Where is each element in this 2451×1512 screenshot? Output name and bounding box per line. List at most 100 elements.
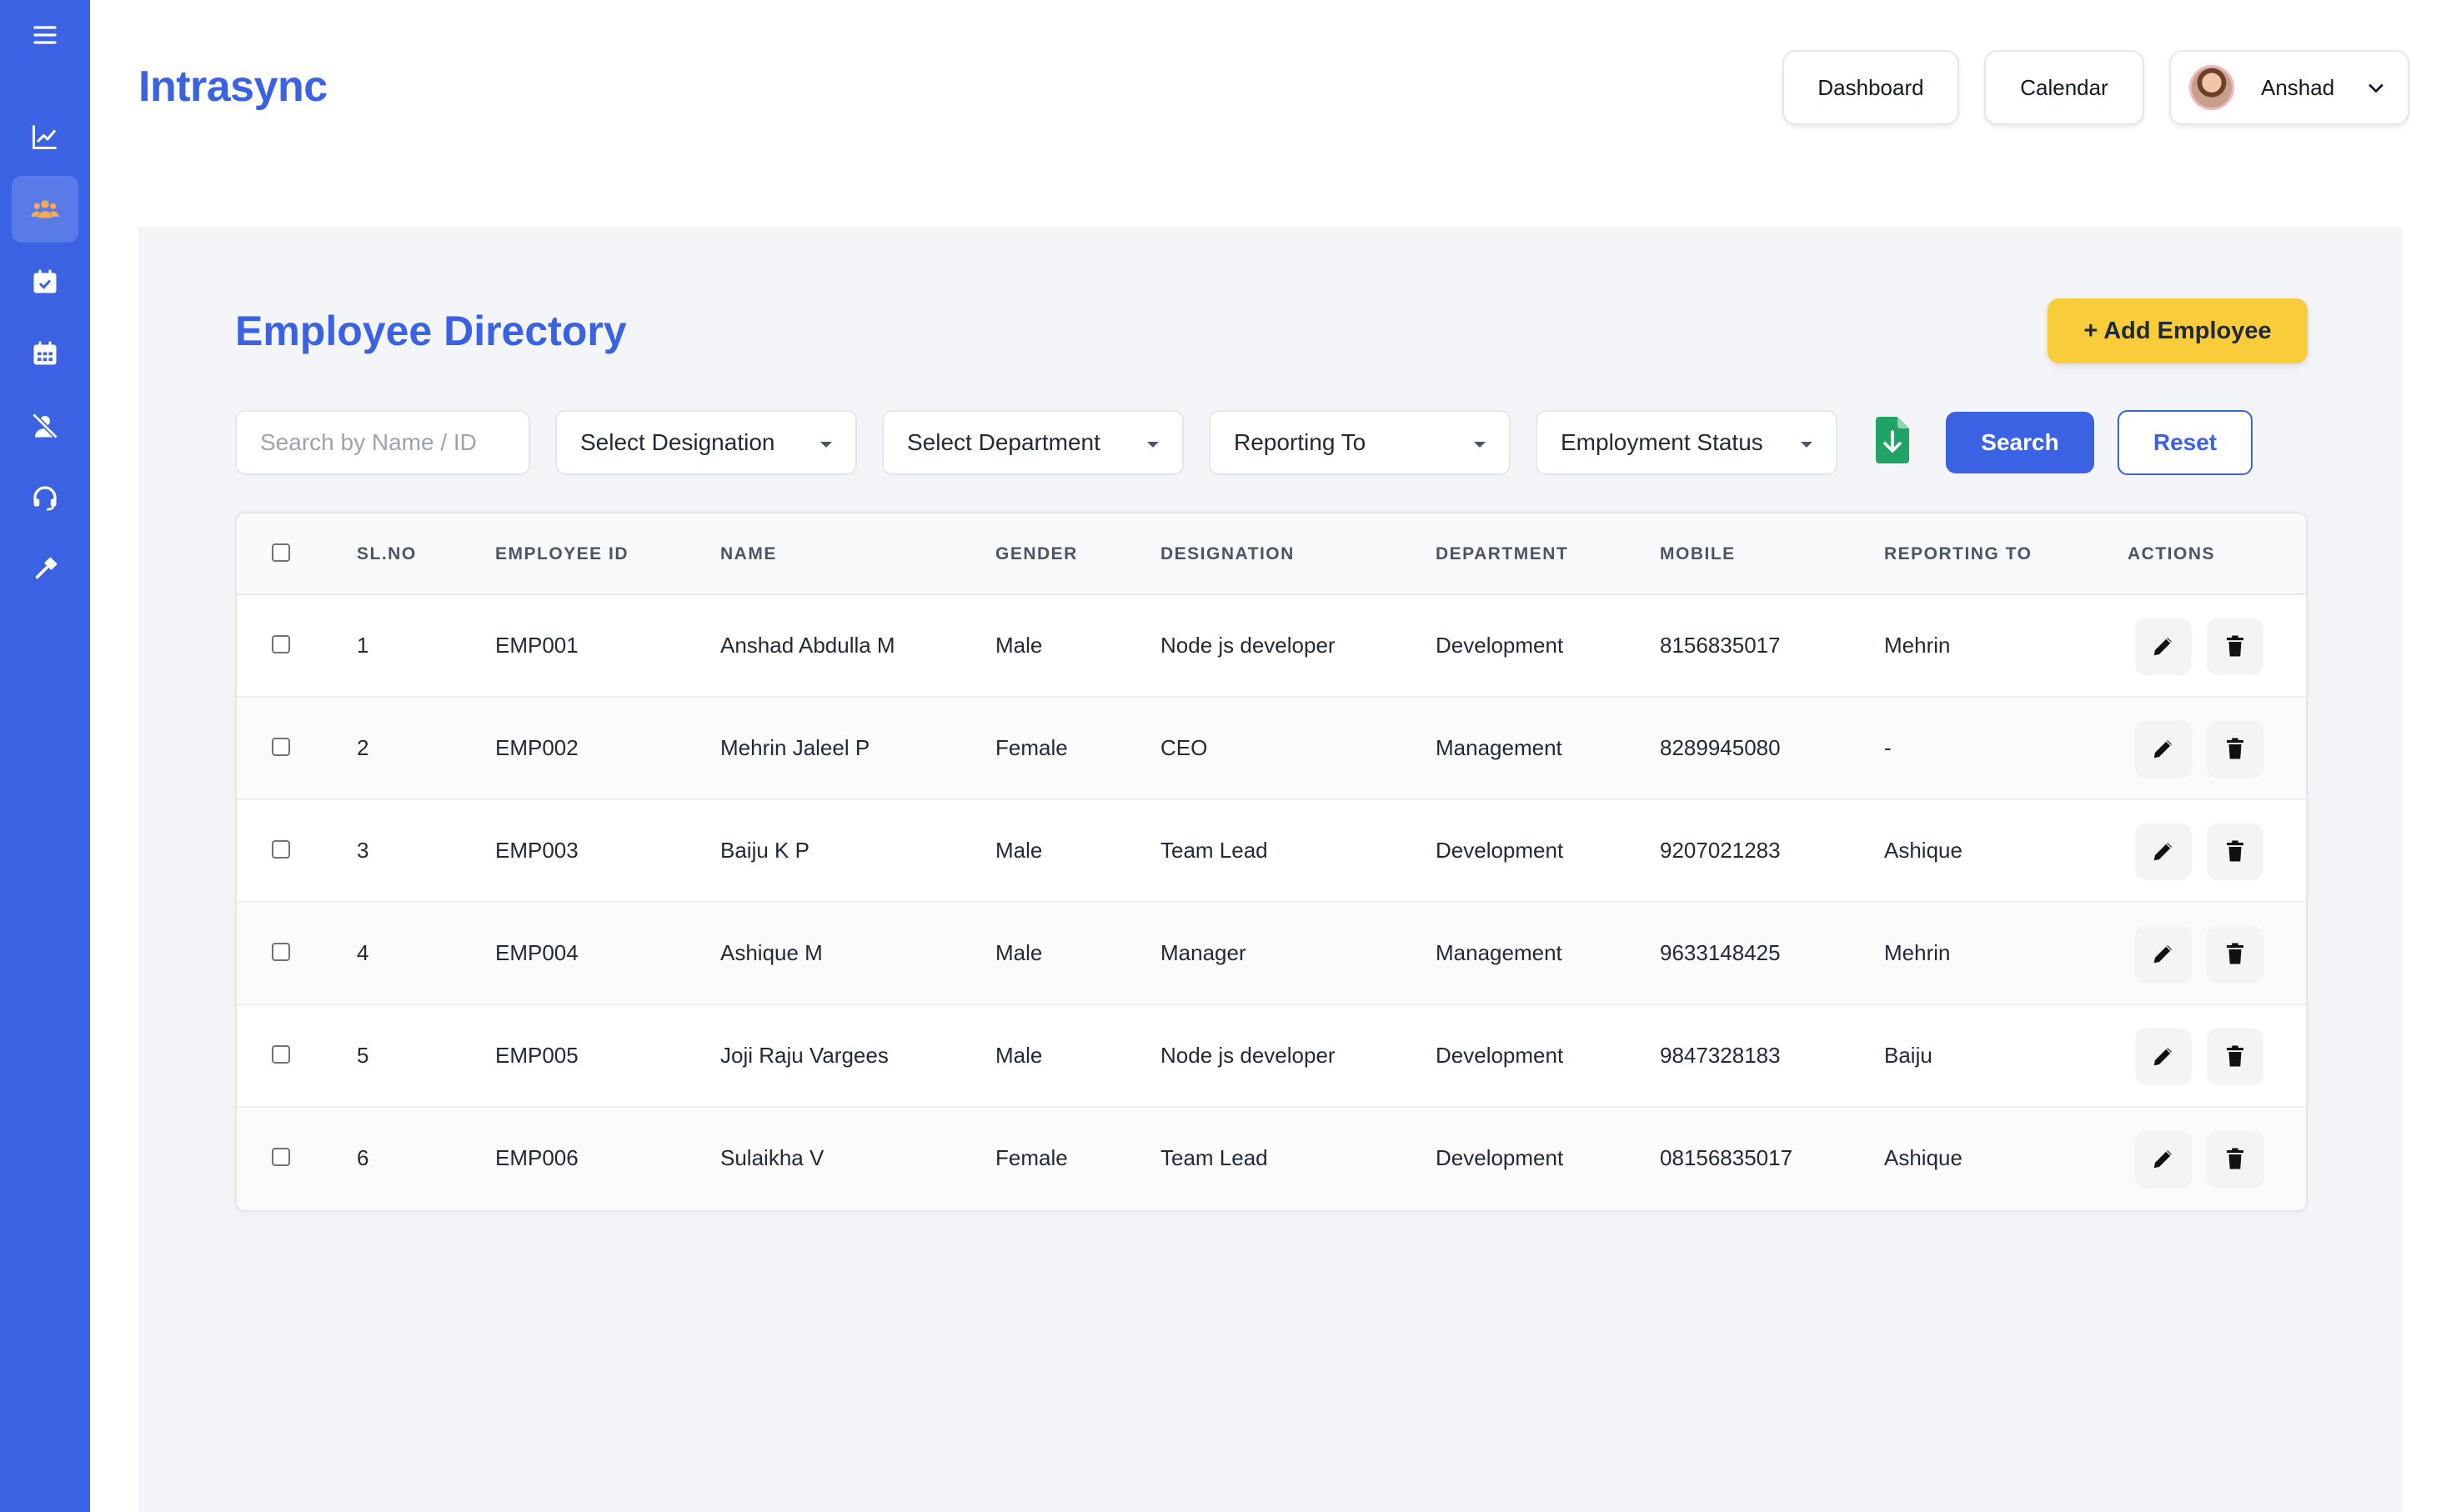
sidebar-item-leave[interactable] — [12, 393, 78, 459]
excel-download-icon[interactable] — [1876, 417, 1909, 463]
edit-button[interactable] — [2136, 926, 2191, 981]
cell-reporting-to: Baiju — [1884, 1043, 1932, 1068]
users-icon — [31, 200, 59, 218]
search-input[interactable] — [260, 429, 529, 456]
table-row: 3 EMP003 Baiju K P Male Team Lead Develo… — [237, 800, 2306, 903]
calendar-button[interactable]: Calendar — [1984, 50, 2144, 125]
calendar-check-icon — [33, 269, 57, 293]
delete-button[interactable] — [2208, 1029, 2263, 1084]
cell-mobile: 9847328183 — [1660, 1043, 1781, 1068]
pencil-icon — [2153, 945, 2172, 964]
delete-button[interactable] — [2208, 926, 2263, 981]
column-header-reporting-to: REPORTING TO — [1884, 544, 2032, 563]
headset-icon — [33, 486, 57, 511]
cell-gender: Male — [995, 940, 1043, 965]
trash-icon — [2227, 840, 2243, 862]
calendar-icon — [33, 341, 57, 365]
pencil-icon — [2153, 638, 2172, 656]
cell-employee-id: EMP006 — [495, 1145, 579, 1170]
brand-logo[interactable]: Intrasync — [138, 62, 328, 112]
edit-button[interactable] — [2136, 618, 2191, 673]
column-header-sl-no: SL.NO — [357, 544, 417, 563]
edit-button[interactable] — [2136, 824, 2191, 879]
department-select[interactable]: Select Department — [882, 410, 1184, 475]
cell-employee-id: EMP004 — [495, 940, 579, 965]
sidebar-item-attendance[interactable] — [12, 248, 78, 315]
cell-employee-id: EMP003 — [495, 838, 579, 863]
row-checkbox[interactable] — [272, 738, 290, 756]
cell-mobile: 08156835017 — [1660, 1145, 1793, 1170]
column-header-department: DEPARTMENT — [1436, 544, 1569, 563]
cell-reporting-to: Mehrin — [1884, 940, 1951, 965]
dashboard-button[interactable]: Dashboard — [1782, 50, 1959, 125]
pencil-icon — [2153, 843, 2172, 861]
employment-status-select[interactable]: Employment Status — [1536, 410, 1837, 475]
chart-icon — [33, 125, 57, 149]
designation-select[interactable]: Select Designation — [555, 410, 857, 475]
chevron-down-icon — [2368, 84, 2383, 93]
add-employee-button[interactable]: + Add Employee — [2048, 298, 2308, 363]
delete-button[interactable] — [2208, 1131, 2263, 1186]
cell-reporting-to: Ashique — [1884, 838, 1962, 863]
delete-button[interactable] — [2208, 721, 2263, 776]
cell-sl-no: 4 — [357, 940, 369, 965]
table-row: 1 EMP001 Anshad Abdulla M Male Node js d… — [237, 595, 2306, 698]
cell-department: Development — [1436, 633, 1564, 658]
search-button[interactable]: Search — [1946, 412, 2094, 473]
user-menu[interactable]: Anshad — [2169, 50, 2409, 125]
cell-sl-no: 1 — [357, 633, 369, 658]
row-checkbox[interactable] — [272, 840, 290, 859]
cell-reporting-to: Mehrin — [1884, 633, 1951, 658]
edit-button[interactable] — [2136, 1131, 2191, 1186]
caret-down-icon — [1474, 442, 1486, 448]
sidebar-item-support[interactable] — [12, 464, 78, 531]
row-checkbox[interactable] — [272, 1148, 290, 1166]
sidebar-item-analytics[interactable] — [12, 103, 78, 170]
cell-designation: Node js developer — [1160, 1043, 1336, 1068]
avatar — [2189, 65, 2234, 110]
employee-table: SL.NO EMPLOYEE ID NAME GENDER DESIGNATIO… — [235, 512, 2308, 1212]
edit-button[interactable] — [2136, 1029, 2191, 1084]
cell-sl-no: 5 — [357, 1043, 369, 1068]
cell-department: Development — [1436, 1043, 1564, 1068]
trash-icon — [2227, 738, 2243, 759]
row-checkbox[interactable] — [272, 635, 290, 653]
menu-button[interactable] — [12, 2, 78, 68]
select-all-checkbox[interactable] — [272, 543, 290, 562]
column-header-employee-id: EMPLOYEE ID — [495, 544, 629, 563]
delete-button[interactable] — [2208, 824, 2263, 879]
sidebar-item-calendar[interactable] — [12, 320, 78, 387]
column-header-gender: GENDER — [995, 544, 1078, 563]
caret-down-icon — [1801, 442, 1812, 448]
cell-sl-no: 3 — [357, 838, 369, 863]
cell-sl-no: 2 — [357, 735, 369, 760]
table-row: 4 EMP004 Ashique M Male Manager Manageme… — [237, 903, 2306, 1005]
sidebar-item-employees[interactable] — [12, 176, 78, 243]
edit-button[interactable] — [2136, 721, 2191, 776]
cell-mobile: 8289945080 — [1660, 735, 1781, 760]
search-field[interactable] — [235, 410, 530, 475]
cell-mobile: 9207021283 — [1660, 838, 1781, 863]
trash-icon — [2227, 635, 2243, 657]
trash-icon — [2227, 943, 2243, 964]
row-checkbox[interactable] — [272, 943, 290, 961]
reporting-to-select[interactable]: Reporting To — [1209, 410, 1511, 475]
row-checkbox[interactable] — [272, 1045, 290, 1064]
reset-button[interactable]: Reset — [2118, 410, 2253, 475]
cell-employee-id: EMP002 — [495, 735, 579, 760]
caret-down-icon — [1147, 442, 1159, 448]
cell-name: Sulaikha V — [720, 1145, 825, 1170]
menu-icon — [33, 26, 57, 44]
column-header-mobile: MOBILE — [1660, 544, 1736, 563]
cell-mobile: 8156835017 — [1660, 633, 1781, 658]
cell-name: Joji Raju Vargees — [720, 1043, 889, 1068]
sidebar-item-tools[interactable] — [12, 536, 78, 603]
delete-button[interactable] — [2208, 618, 2263, 673]
cell-gender: Male — [995, 633, 1043, 658]
cell-name: Ashique M — [720, 940, 823, 965]
cell-department: Management — [1436, 735, 1562, 760]
cell-reporting-to: Ashique — [1884, 1145, 1962, 1170]
gavel-icon — [35, 557, 58, 579]
sidebar — [0, 0, 90, 1512]
pencil-icon — [2153, 1048, 2172, 1066]
